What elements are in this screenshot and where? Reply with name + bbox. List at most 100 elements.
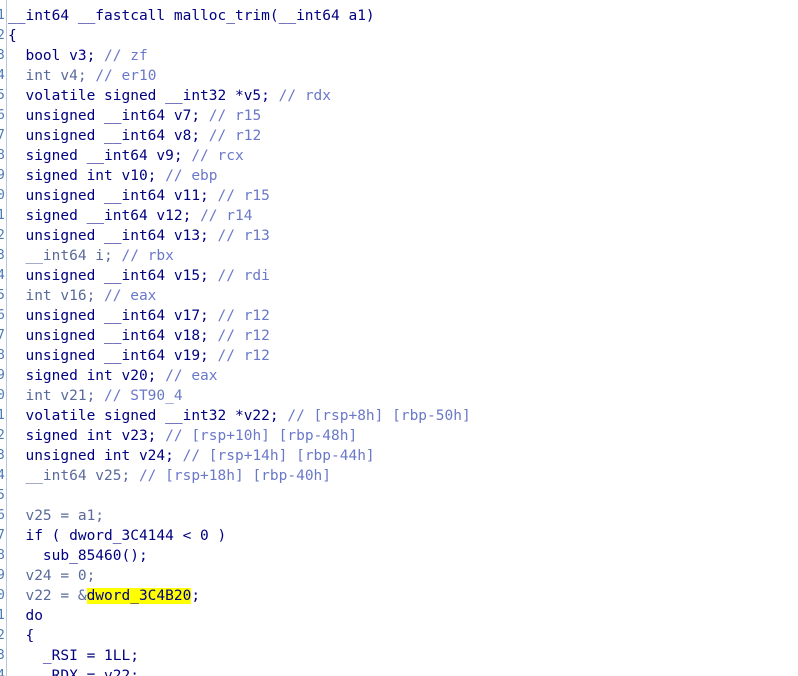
code-token: __int64 __fastcall malloc_trim(__int64 a… (8, 8, 375, 24)
code-text: { (8, 26, 17, 46)
line-number: 4 (0, 268, 5, 283)
code-comment: // r15 (208, 108, 262, 124)
code-token: v24 = 0; (8, 568, 96, 584)
code-text: signed int v10; // ebp (8, 166, 217, 186)
code-text: do (8, 606, 43, 626)
code-text: volatile signed __int32 *v22; // [rsp+8h… (8, 406, 471, 426)
line-number: 6 (0, 108, 5, 123)
line-number: 4 (0, 468, 5, 483)
code-comment: // zf (104, 48, 148, 64)
code-comment: // eax (165, 368, 218, 384)
code-text: bool v3; // zf (8, 46, 148, 66)
line-number: 9 (0, 568, 5, 583)
code-text: v24 = 0; (8, 566, 95, 586)
line-number: 2 (0, 428, 5, 443)
code-text: v25 = a1; (8, 506, 104, 526)
line-number: 7 (0, 128, 5, 143)
code-token: if ( dword_3C4144 < 0 ) (8, 528, 227, 544)
code-text: sub_85460(); (8, 546, 148, 566)
code-token: signed int v23; (8, 428, 166, 444)
code-comment: // r12 (217, 308, 270, 324)
code-text: signed __int64 v9; // rcx (8, 146, 244, 166)
code-text: int v21; // ST90_4 (8, 386, 183, 406)
code-token: __int64 i; (8, 248, 122, 264)
code-token: unsigned __int64 v17; (8, 308, 218, 324)
code-token: v25 = a1; (8, 508, 105, 524)
code-text: __int64 __fastcall malloc_trim(__int64 a… (8, 6, 375, 26)
code-token: sub_85460(); (8, 548, 148, 564)
code-text: unsigned int v24; // [rsp+14h] [rbp-44h] (8, 446, 375, 466)
code-text: signed int v20; // eax (8, 366, 218, 386)
code-text: volatile signed __int32 *v5; // rdx (8, 86, 331, 106)
code-token: unsigned __int64 v18; (8, 328, 218, 344)
line-number: 4 (0, 68, 5, 83)
code-token: bool v3; (8, 48, 105, 64)
code-token: int v21; (8, 388, 105, 404)
code-token: signed int v20; (8, 368, 166, 384)
code-token: unsigned int v24; (8, 448, 183, 464)
code-comment: // rbx (121, 248, 174, 264)
line-number: 5 (0, 288, 5, 303)
line-number: 0 (0, 188, 5, 203)
line-number: 6 (0, 508, 5, 523)
code-token: ; (191, 588, 201, 604)
code-token: unsigned __int64 v11; (8, 188, 218, 204)
line-number: 3 (0, 248, 5, 263)
code-comment: // rdx (278, 88, 332, 104)
code-text: _RSI = 1LL; (8, 646, 139, 666)
line-number: 9 (0, 168, 5, 183)
line-number: 1 (0, 608, 5, 623)
code-token: volatile signed __int32 *v22; (8, 408, 288, 424)
line-number: 3 (0, 648, 5, 663)
code-text: v22 = &dword_3C4B20; (8, 586, 200, 606)
code-comment: // [rsp+8h] [rbp-50h] (287, 408, 471, 424)
code-text: signed __int64 v12; // r14 (8, 206, 252, 226)
code-token: _RDX = v22; (8, 668, 139, 676)
line-number: 7 (0, 528, 5, 543)
highlighted-identifier[interactable]: dword_3C4B20 (86, 588, 192, 604)
line-number: 2 (0, 28, 5, 43)
code-token: { (8, 628, 35, 644)
code-comment: // [rsp+14h] [rbp-44h] (182, 448, 375, 464)
code-comment: // r15 (217, 188, 270, 204)
code-token: signed int v10; (8, 168, 166, 184)
code-text: unsigned __int64 v17; // r12 (8, 306, 270, 326)
code-text: { (8, 626, 34, 646)
code-comment: // rdi (217, 268, 270, 284)
code-comment: // r12 (217, 328, 270, 344)
line-number: 5 (0, 88, 5, 103)
code-text: int v16; // eax (8, 286, 156, 306)
line-number: 3 (0, 448, 5, 463)
code-comment: // r12 (217, 348, 270, 364)
gutter-divider (6, 0, 7, 676)
code-text: __int64 v25; // [rsp+18h] [rbp-40h] (8, 466, 331, 486)
pseudocode-view[interactable]: 1 __int64 __fastcall malloc_trim(__int64 … (0, 0, 798, 676)
line-number: 0 (0, 588, 5, 603)
code-text: unsigned __int64 v18; // r12 (8, 326, 270, 346)
line-number: 8 (0, 148, 5, 163)
code-text: __int64 i; // rbx (8, 246, 174, 266)
code-text: int v4; // er10 (8, 66, 156, 86)
code-token: { (8, 28, 17, 44)
line-number: 8 (0, 548, 5, 563)
code-comment: // rcx (191, 148, 244, 164)
line-number: 7 (0, 328, 5, 343)
code-comment: // ST90_4 (104, 388, 183, 404)
code-token: _RSI = 1LL; (8, 648, 139, 664)
code-comment: // [rsp+18h] [rbp-40h] (138, 468, 332, 484)
code-token: volatile signed __int32 *v5; (8, 88, 279, 104)
line-number: 1 (0, 8, 5, 23)
code-text: unsigned __int64 v13; // r13 (8, 226, 269, 246)
line-number: 1 (0, 408, 5, 423)
code-token: do (8, 608, 43, 624)
code-token: int v4; (8, 68, 96, 84)
line-number: 2 (0, 628, 5, 643)
code-comment: // eax (104, 288, 157, 304)
code-text: unsigned __int64 v11; // r15 (8, 186, 270, 206)
code-text: unsigned __int64 v15; // rdi (8, 266, 270, 286)
code-token: signed __int64 v12; (8, 208, 201, 224)
code-text: unsigned __int64 v19; // r12 (8, 346, 270, 366)
line-number: 1 (0, 208, 5, 223)
code-text: _RDX = v22; (8, 666, 139, 676)
line-number: 2 (0, 228, 5, 243)
